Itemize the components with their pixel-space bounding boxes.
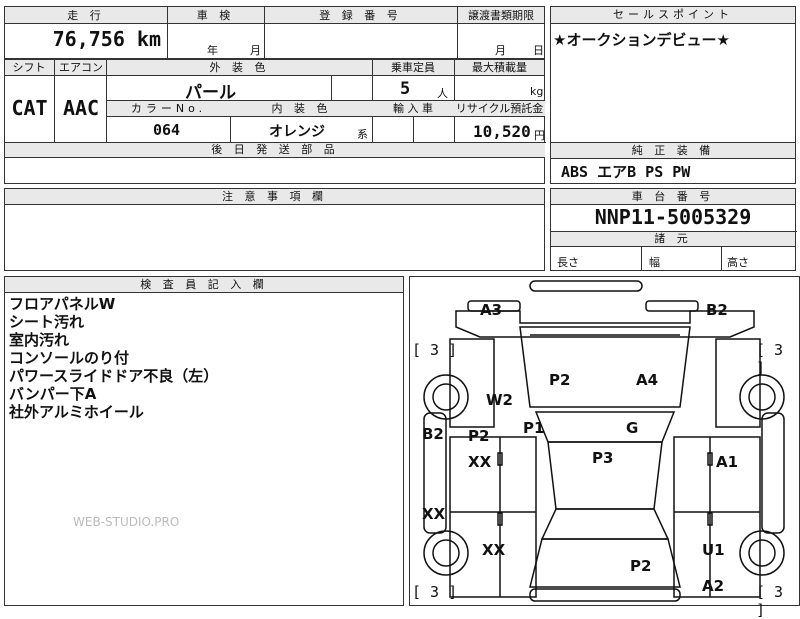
ac-value: AAC [62, 96, 100, 120]
top-info-box: 走 行 車 検 登 録 番 号 譲渡書類期限 76,756 km 年 月 月 日 [4, 6, 545, 59]
inspector-note: フロアパネルW [9, 295, 116, 313]
shift-header: シフト [12, 61, 46, 74]
transfer-day-label: 日 [533, 44, 544, 57]
mileage-header: 走 行 [67, 9, 105, 22]
mark-a4: A4 [636, 371, 659, 389]
sales-point-box: セールスポイント ★オークションデビュー★ [550, 6, 796, 143]
inspector-notes: フロアパネルW シート汚れ 室内汚れ コンソールのり付 パワースライドドア不良（… [9, 295, 218, 421]
inspector-note: バンパー下A [9, 385, 97, 403]
chassis-value: NNP11-5005329 [594, 205, 752, 229]
color-no-header: カラーNo. [130, 102, 207, 115]
inspector-note: 室内汚れ [9, 331, 70, 349]
tire-tread-rear-right: [ 3 ] [756, 583, 784, 619]
mileage-value: 76,756 km [5, 27, 167, 51]
int-color-value: オレンジ [269, 124, 325, 140]
mark-a3: A3 [480, 301, 503, 319]
mark-a2: A2 [702, 577, 725, 595]
inspector-note: コンソールのり付 [9, 349, 130, 367]
recycle-value: 10,520 [473, 122, 531, 141]
mark-u1: U1 [702, 541, 725, 559]
chassis-header: 車 台 番 号 [551, 189, 795, 205]
inspector-box: 検 査 員 記 入 欄 フロアパネルW シート汚れ 室内汚れ コンソールのり付 … [4, 276, 404, 606]
shaken-year-label: 年 [207, 44, 218, 57]
inspector-note: シート汚れ [9, 313, 85, 331]
watermark: WEB-STUDIO.PRO [73, 515, 180, 529]
chassis-box: 車 台 番 号 NNP11-5005329 諸 元 長さ 幅 高さ [550, 188, 797, 271]
equipment-header: 純 正 装 備 [551, 143, 795, 159]
mark-xx-rear-left: XX [482, 541, 506, 559]
capacity-header: 乗車定員 [391, 61, 435, 74]
capacity-unit: 人 [437, 87, 448, 100]
dims-header: 諸 元 [654, 232, 692, 245]
length-label: 長さ [557, 256, 579, 269]
mark-g: G [626, 419, 639, 437]
shift-value: CAT [11, 96, 48, 120]
inspector-note: パワースライドドア不良（左） [9, 367, 219, 385]
tire-tread-front-right: [ 3 ] [756, 341, 784, 377]
caution-box: 注 意 事 項 欄 [4, 188, 545, 271]
shaken-month-label: 月 [250, 44, 261, 57]
mileage-number: 76,756 [52, 27, 125, 51]
int-color-suffix: 系 [357, 128, 368, 141]
later-parts-header: 後 日 発 送 部 品 [211, 143, 339, 156]
width-label: 幅 [649, 256, 660, 269]
sales-point-text: ★オークションデビュー★ [553, 31, 730, 49]
recycle-header: リサイクル預託金 [455, 102, 544, 115]
capacity-value: 5 [400, 79, 411, 99]
mark-xx-left-door: XX [468, 453, 492, 471]
reg-header: 登 録 番 号 [319, 9, 402, 22]
sales-point-header: セールスポイント [551, 7, 795, 24]
mark-xx-left-skirt: XX [422, 505, 446, 523]
mark-p2-hood: P2 [549, 371, 571, 389]
mark-p2-left-door: P2 [468, 427, 490, 445]
car-diagram-box: [ 3 ] [ 3 ] [ 3 ] [ 3 ] A3 B2 P2 A4 W2 P… [409, 276, 800, 619]
mileage-unit: km [136, 27, 161, 51]
transfer-month-label: 月 [495, 44, 506, 57]
tire-tread-rear-left: [ 3 ] [412, 583, 458, 601]
recycle-unit: 円 [534, 129, 545, 142]
spec-box: シフト エアコン 外 装 色 乗車定員 最大積載量 CAT AAC パール 5 … [4, 59, 546, 184]
mark-p3-roof: P3 [592, 449, 614, 467]
transfer-header: 譲渡書類期限 [468, 9, 534, 22]
color-no-value: 064 [153, 121, 181, 139]
tire-tread-front-left: [ 3 ] [412, 341, 458, 359]
caution-header: 注 意 事 項 欄 [5, 189, 544, 205]
inspector-note: 社外アルミホイール [9, 403, 144, 421]
inspector-header: 検 査 員 記 入 欄 [5, 277, 403, 293]
height-label: 高さ [727, 256, 749, 269]
equipment-value: ABS エアB PS PW [561, 163, 691, 181]
mark-w2: W2 [486, 391, 513, 409]
int-color-header: 内 装 色 [271, 102, 332, 115]
mark-b2-left: B2 [422, 425, 444, 443]
shaken-header: 車 検 [196, 9, 235, 22]
ac-header: エアコン [59, 61, 103, 74]
ext-color-header: 外 装 色 [209, 61, 270, 74]
mark-p2-rear: P2 [630, 557, 652, 575]
equipment-box: 純 正 装 備 ABS エアB PS PW [550, 142, 796, 184]
load-unit: kg [530, 85, 544, 98]
mark-b2-top: B2 [706, 301, 728, 319]
max-load-header: 最大積載量 [472, 61, 527, 74]
mark-a1: A1 [716, 453, 739, 471]
mark-p1: P1 [523, 419, 545, 437]
import-header: 輸 入 車 [393, 102, 433, 115]
